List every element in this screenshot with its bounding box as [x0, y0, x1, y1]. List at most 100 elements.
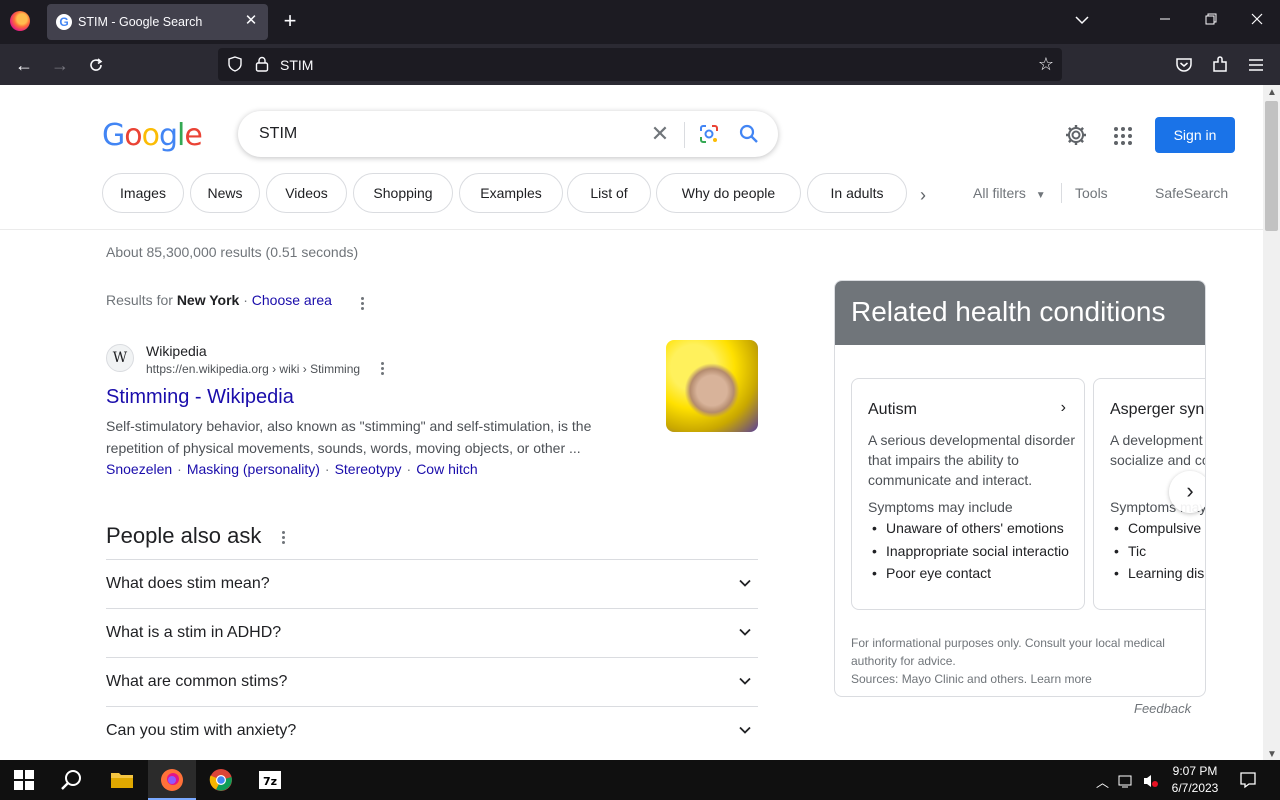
extensions-icon[interactable] — [1210, 55, 1230, 75]
close-window-icon[interactable] — [1246, 12, 1268, 30]
taskbar-search-button[interactable] — [48, 760, 96, 800]
choose-area-link[interactable]: Choose area — [252, 292, 332, 308]
lock-icon[interactable] — [253, 55, 271, 73]
chip-list-of[interactable]: List of — [567, 173, 651, 213]
restore-icon[interactable] — [1200, 12, 1222, 30]
google-apps-icon[interactable] — [1112, 125, 1134, 147]
paa-question[interactable]: What does stim mean? — [106, 559, 758, 608]
list-tabs-icon[interactable] — [1071, 12, 1093, 30]
firefox-logo-icon[interactable] — [10, 11, 30, 31]
paa-question[interactable]: Can you stim with anxiety? — [106, 706, 758, 755]
tracking-protection-shield-icon[interactable] — [226, 55, 244, 73]
menu-hamburger-icon[interactable] — [1246, 55, 1266, 75]
chip-examples[interactable]: Examples — [459, 173, 563, 213]
chip-news[interactable]: News — [190, 173, 260, 213]
network-icon[interactable] — [1118, 773, 1136, 789]
search-icon — [61, 770, 81, 790]
result-title-link[interactable]: Stimming - Wikipedia — [106, 386, 294, 409]
taskbar-clock[interactable]: 9:07 PM 6/7/2023 — [1160, 763, 1230, 797]
search-input[interactable]: STIM — [259, 125, 297, 143]
result-url[interactable]: https://en.wikipedia.org › wiki › Stimmi… — [146, 362, 360, 376]
panel-title: Related health conditions — [851, 296, 1166, 327]
chip-images[interactable]: Images — [102, 173, 184, 213]
browser-nav-bar: ← → STIM ☆ — [0, 44, 1280, 85]
taskbar-file-explorer[interactable] — [98, 760, 146, 800]
close-tab-icon[interactable]: ✕ — [242, 12, 260, 30]
result-more-options-icon[interactable] — [381, 362, 385, 377]
paa-question-text: What does stim mean? — [106, 575, 270, 592]
header-divider — [0, 229, 1263, 230]
forward-icon[interactable]: → — [48, 53, 72, 77]
symptom-item: Tic — [1110, 543, 1204, 566]
learn-more-link[interactable]: Learn more — [1030, 672, 1091, 686]
start-button[interactable] — [0, 760, 48, 800]
google-logo[interactable]: Google — [102, 118, 203, 153]
feedback-link[interactable]: Feedback — [1134, 701, 1191, 716]
result-site-name[interactable]: Wikipedia — [146, 343, 207, 359]
filters-divider — [1061, 183, 1062, 203]
browser-tab-bar: G STIM - Google Search ✕ + — [0, 0, 1280, 44]
location-more-options-icon[interactable] — [361, 297, 365, 312]
symptom-item: Poor eye contact — [868, 565, 1069, 588]
scroll-up-icon[interactable]: ▲ — [1267, 87, 1277, 98]
chevron-right-icon: › — [1060, 399, 1066, 416]
wikipedia-favicon-icon: W — [106, 344, 134, 372]
search-box[interactable]: STIM ✕ — [238, 111, 778, 157]
condition-description: A serious developmental disorder that im… — [868, 432, 1076, 488]
browser-tab[interactable]: G STIM - Google Search ✕ — [47, 4, 268, 40]
settings-gear-icon[interactable] — [1064, 123, 1088, 147]
paa-more-options-icon[interactable] — [282, 531, 286, 546]
pocket-icon[interactable] — [1174, 55, 1194, 75]
sitelink-stereotypy[interactable]: Stereotypy — [335, 461, 402, 477]
windows-taskbar: 7z ︿ 9:07 PM 6/7/2023 — [0, 760, 1280, 800]
7zip-icon: 7z — [259, 771, 281, 789]
chip-in-adults[interactable]: In adults — [807, 173, 907, 213]
page-scrollbar[interactable]: ▲ ▼ — [1263, 85, 1280, 760]
chip-videos[interactable]: Videos — [266, 173, 347, 213]
all-filters-button[interactable]: All filters ▼ — [973, 185, 1046, 201]
chip-shopping[interactable]: Shopping — [353, 173, 453, 213]
taskbar-firefox[interactable] — [148, 760, 196, 800]
sitelink-snoezelen[interactable]: Snoezelen — [106, 461, 172, 477]
symptoms-list: Compulsive Tic Learning dis — [1110, 520, 1204, 588]
scrollbar-thumb[interactable] — [1265, 101, 1278, 231]
sitelink-masking[interactable]: Masking (personality) — [187, 461, 320, 477]
sitelink-cow-hitch[interactable]: Cow hitch — [416, 461, 477, 477]
medical-disclaimer: For informational purposes only. Consult… — [851, 636, 1165, 668]
back-icon[interactable]: ← — [12, 53, 36, 77]
taskbar-7zip[interactable]: 7z — [246, 760, 294, 800]
safesearch-button[interactable]: SafeSearch — [1155, 185, 1228, 201]
tools-button[interactable]: Tools — [1075, 185, 1108, 201]
clear-search-icon[interactable]: ✕ — [648, 121, 672, 147]
url-text[interactable]: STIM — [280, 57, 313, 73]
sign-in-button[interactable]: Sign in — [1155, 117, 1235, 153]
location-separator: · — [239, 292, 252, 308]
google-lens-icon[interactable] — [698, 123, 720, 145]
taskbar-chrome[interactable] — [197, 760, 245, 800]
result-sitelinks: Snoezelen · Masking (personality) · Stereoty… — [106, 461, 478, 477]
show-hidden-icons-chevron-icon[interactable]: ︿ — [1096, 772, 1109, 791]
url-bar[interactable]: STIM ☆ — [218, 48, 1062, 81]
search-divider — [684, 122, 685, 148]
all-filters-label: All filters — [973, 185, 1026, 201]
carousel-next-chevron-icon[interactable]: › — [1169, 471, 1205, 513]
scroll-down-icon[interactable]: ▼ — [1267, 749, 1277, 760]
chevron-down-icon — [739, 677, 751, 685]
symptom-item: Compulsive — [1110, 520, 1204, 543]
volume-muted-icon[interactable] — [1142, 773, 1160, 789]
notifications-icon[interactable] — [1239, 771, 1257, 789]
folder-icon — [111, 773, 133, 788]
condition-card-autism[interactable]: Autism › A serious developmental disorde… — [851, 378, 1085, 610]
chevron-down-icon — [739, 628, 751, 636]
bookmark-star-icon[interactable]: ☆ — [1038, 54, 1054, 75]
result-thumbnail-image[interactable] — [666, 340, 758, 432]
paa-question[interactable]: What are common stims? — [106, 657, 758, 706]
reload-icon[interactable] — [84, 53, 108, 77]
new-tab-icon[interactable]: + — [279, 10, 301, 32]
chip-why-do-people[interactable]: Why do people — [656, 173, 801, 213]
search-icon[interactable] — [738, 123, 760, 145]
minimize-icon[interactable] — [1154, 12, 1176, 30]
google-favicon-icon: G — [56, 14, 72, 30]
chips-next-chevron-icon[interactable]: › — [920, 185, 926, 206]
paa-question[interactable]: What is a stim in ADHD? — [106, 608, 758, 657]
